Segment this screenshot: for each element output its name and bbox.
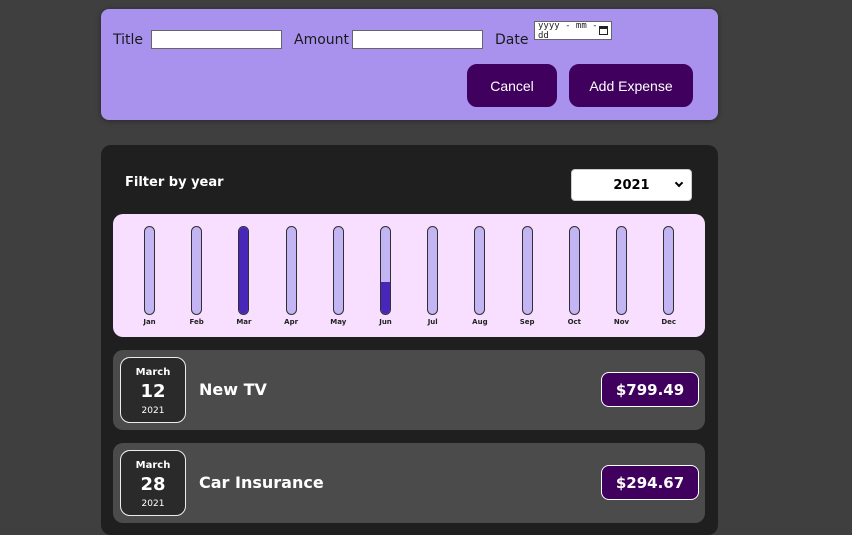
title-label: Title <box>113 32 144 48</box>
expenses-card: Filter by year 2021 Jan Feb Mar Apr May Jun Ju… <box>101 145 718 535</box>
chart-bar-track <box>663 226 675 315</box>
chart-bar-fill <box>381 281 390 314</box>
expense-amount: $294.67 <box>601 465 699 500</box>
chart-bar-mar: Mar <box>236 226 251 326</box>
chart-bar-track <box>144 226 155 315</box>
filter-label: Filter by year <box>125 175 224 190</box>
chart-bar-jan: Jan <box>143 226 156 326</box>
chevron-down-icon <box>674 178 684 188</box>
year-select[interactable]: 2021 <box>571 169 692 201</box>
chart-bar-dec: Dec <box>661 226 676 326</box>
chart-bar-track <box>521 226 533 315</box>
calendar-icon[interactable] <box>599 26 608 35</box>
year-select-value: 2021 <box>613 177 650 193</box>
expense-item[interactable]: March 12 2021 New TV $799.49 <box>113 350 705 430</box>
chart-bar-track <box>380 226 391 315</box>
expense-date-day: 28 <box>140 474 166 495</box>
chart-bar-jul: Jul <box>427 226 439 326</box>
chart-bar-nov: Nov <box>614 226 629 326</box>
expense-date-day: 12 <box>140 381 166 402</box>
cancel-button[interactable]: Cancel <box>467 64 557 107</box>
chart-bar-label: Dec <box>661 318 677 326</box>
chart-bar-fill <box>239 227 249 314</box>
chart-bar-apr: Apr <box>284 226 298 326</box>
add-expense-button[interactable]: Add Expense <box>569 64 693 107</box>
expense-title: New TV <box>199 380 267 399</box>
amount-input[interactable] <box>352 30 483 49</box>
expenses-chart: Jan Feb Mar Apr May Jun Jul Aug Sep Oct Nov Dec <box>113 214 705 337</box>
expense-amount: $799.49 <box>601 372 699 407</box>
chart-bar-label: Mar <box>236 318 252 326</box>
chart-bar-track <box>191 226 203 315</box>
expense-date-year: 2021 <box>141 499 165 509</box>
chart-bar-track <box>332 226 344 315</box>
chart-bar-aug: Aug <box>472 226 488 326</box>
chart-bar-label: Nov <box>613 318 630 326</box>
chart-bar-label: Feb <box>189 318 204 326</box>
chart-bar-label: Oct <box>567 318 582 326</box>
chart-bar-label: Apr <box>284 318 299 326</box>
chart-bar-track <box>474 226 486 315</box>
expense-date-year: 2021 <box>141 406 165 416</box>
chart-bar-track <box>568 226 580 315</box>
new-expense-form: Title Amount Date yyyy - mm - dd Cancel … <box>101 9 718 120</box>
amount-label: Amount <box>294 32 350 48</box>
chart-bar-may: May <box>330 226 346 326</box>
date-label: Date <box>495 32 529 48</box>
chart-bar-track <box>238 226 250 315</box>
chart-bar-jun: Jun <box>379 226 392 326</box>
chart-bar-oct: Oct <box>568 226 581 326</box>
expense-date-month: March <box>135 460 171 471</box>
chart-bar-label: Sep <box>519 318 535 326</box>
chart-bar-sep: Sep <box>520 226 535 326</box>
expense-date-month: March <box>135 367 171 378</box>
chart-bar-label: Jul <box>427 318 438 326</box>
expense-date: March 28 2021 <box>120 450 186 516</box>
chart-bar-label: Jan <box>143 318 156 326</box>
chart-bar-label: Jun <box>379 318 392 326</box>
chart-bar-feb: Feb <box>190 226 204 326</box>
expense-date: March 12 2021 <box>120 357 186 423</box>
chart-bar-track <box>616 226 627 315</box>
chart-bar-track <box>285 226 297 315</box>
date-input[interactable]: yyyy - mm - dd <box>534 21 612 41</box>
chart-bar-label: Aug <box>472 318 488 326</box>
expense-title: Car Insurance <box>199 473 324 492</box>
title-input[interactable] <box>151 30 282 49</box>
chart-bar-track <box>427 226 439 315</box>
chart-bar-label: May <box>330 318 347 326</box>
expense-item[interactable]: March 28 2021 Car Insurance $294.67 <box>113 443 705 523</box>
